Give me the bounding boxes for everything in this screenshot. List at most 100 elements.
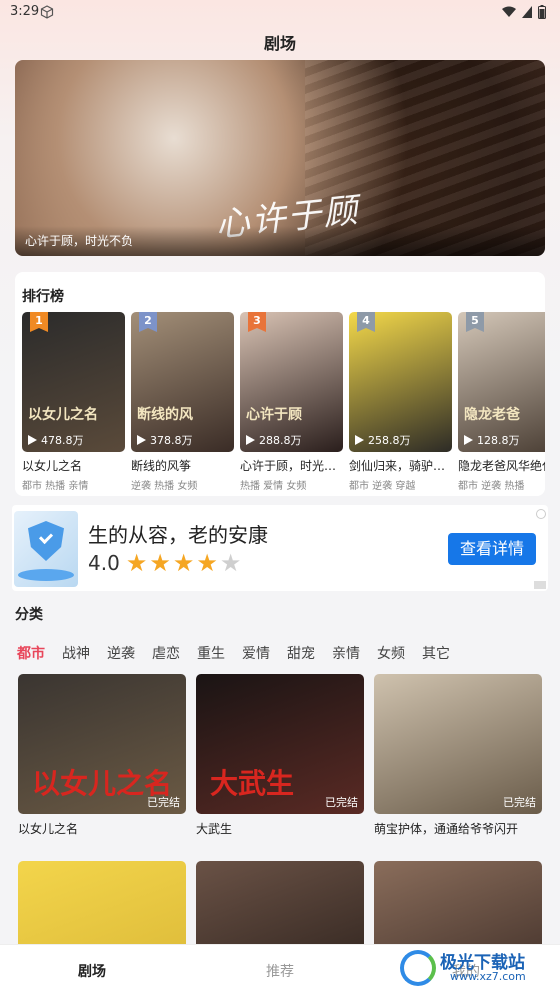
watermark: 极光下载站 www.xz7.com [400, 948, 550, 990]
ranking-poster: 4 258.8万 [349, 312, 452, 452]
ranking-item[interactable]: 心许于顾 3 288.8万 心许于顾，时光不负 热播 爱情 女频 [240, 312, 343, 492]
drama-card[interactable]: 以女儿之名 已完结 以女儿之名 [18, 674, 186, 837]
view-count: 258.8万 [355, 432, 411, 448]
ranking-item-tags: 都市 逆袭 热播 [458, 481, 525, 492]
ranking-poster: 断线的风 2 378.8万 [131, 312, 234, 452]
view-count-text: 288.8万 [259, 434, 302, 447]
star-icon: ★ [149, 549, 171, 577]
rank-badge: 4 [357, 312, 375, 332]
play-icon [464, 435, 473, 445]
ranking-item[interactable]: 以女儿之名 1 478.8万 以女儿之名 都市 热播 亲情 [22, 312, 125, 492]
rank-badge: 3 [248, 312, 266, 332]
drama-name: 以女儿之名 [18, 822, 79, 836]
category-tab[interactable]: 亲情 [332, 643, 360, 663]
completion-status: 已完结 [503, 796, 536, 809]
category-tab[interactable]: 爱情 [242, 643, 270, 663]
ranking-item-name: 断线的风筝 [131, 459, 192, 473]
category-tab[interactable]: 逆袭 [107, 643, 135, 663]
ranking-card: 排行榜 以女儿之名 1 478.8万 以女儿之名 都市 热播 亲情 断线的风 2… [15, 272, 545, 496]
watermark-url: www.xz7.com [450, 970, 526, 983]
battery-icon [538, 5, 546, 19]
ad-logo-base [18, 569, 74, 581]
view-details-button[interactable]: 查看详情 [448, 533, 536, 565]
view-count-text: 128.8万 [477, 434, 520, 447]
drama-poster: 已完结 [374, 674, 542, 814]
ranking-list: 以女儿之名 1 478.8万 以女儿之名 都市 热播 亲情 断线的风 2 378… [22, 312, 545, 492]
play-icon [137, 435, 146, 445]
view-count: 478.8万 [28, 432, 84, 448]
banner-caption: 心许于顾，时光不负 [15, 226, 545, 256]
ranking-item-name: 以女儿之名 [22, 459, 83, 473]
drama-card[interactable]: 已完结 萌宝护体，通通给爷爷闪开 [374, 674, 542, 837]
wifi-icon [502, 6, 516, 17]
poster-art-text: 隐龙老爸 [464, 407, 520, 423]
status-icons [502, 5, 546, 19]
ranking-item-tags: 热播 爱情 女频 [240, 481, 307, 492]
view-count: 288.8万 [246, 432, 302, 448]
nav-recommend[interactable]: 推荐 [266, 961, 294, 981]
play-icon [355, 435, 364, 445]
star-icon: ★ [196, 549, 218, 577]
drama-name: 大武生 [196, 822, 233, 836]
rank-badge: 5 [466, 312, 484, 332]
completion-status: 已完结 [325, 796, 358, 809]
drama-card[interactable]: 大武生 已完结 大武生 [196, 674, 364, 837]
view-count: 128.8万 [464, 432, 520, 448]
page-title: 剧场 [263, 34, 296, 53]
ranking-item-name: 隐龙老爸风华绝代 [458, 459, 545, 473]
ad-rating: 4.0 ★ ★ ★ ★ ★ [88, 551, 241, 575]
star-icon: ★ [125, 549, 148, 577]
categories-title: 分类 [15, 607, 43, 623]
ranking-poster: 以女儿之名 1 478.8万 [22, 312, 125, 452]
view-count: 378.8万 [137, 432, 193, 448]
ranking-item-name: 剑仙归来，骑驴下山 [349, 459, 449, 473]
view-count-text: 378.8万 [150, 434, 193, 447]
drama-name: 萌宝护体，通通给爷爷闪开 [374, 822, 519, 836]
ad-logo [14, 511, 78, 587]
ranking-item[interactable]: 隐龙老爸 5 128.8万 隐龙老爸风华绝代 都市 逆袭 热播 [458, 312, 545, 492]
drama-poster: 以女儿之名 已完结 [18, 674, 186, 814]
poster-art-text: 以女儿之名 [28, 407, 98, 423]
play-icon [246, 435, 255, 445]
category-tab[interactable]: 重生 [197, 643, 225, 663]
ranking-item[interactable]: 断线的风 2 378.8万 断线的风筝 逆袭 热播 女频 [131, 312, 234, 492]
star-rating: ★ ★ ★ ★ ★ [126, 551, 242, 575]
status-bar: 3:29 [0, 0, 560, 24]
ranking-item[interactable]: 4 258.8万 剑仙归来，骑驴下山 都市 逆袭 穿越 [349, 312, 452, 492]
ranking-item-tags: 都市 热播 亲情 [22, 481, 89, 492]
category-tab[interactable]: 其它 [422, 643, 450, 663]
ad-banner[interactable]: 生的从容，老的安康 4.0 ★ ★ ★ ★ ★ 查看详情 [12, 505, 548, 591]
cube-icon [40, 5, 54, 19]
ranking-item-tags: 逆袭 热播 女频 [131, 481, 198, 492]
drama-poster: 大武生 已完结 [196, 674, 364, 814]
nav-theater[interactable]: 剧场 [78, 961, 106, 981]
category-tab[interactable]: 女频 [377, 643, 405, 663]
category-tab[interactable]: 都市 [17, 643, 45, 663]
rank-badge: 1 [30, 312, 48, 332]
signal-icon [522, 6, 532, 18]
ranking-item-tags: 都市 逆袭 穿越 [349, 481, 416, 492]
ranking-poster: 隐龙老爸 5 128.8万 [458, 312, 545, 452]
ranking-item-name: 心许于顾，时光不负 [240, 459, 340, 473]
star-icon: ★ [219, 549, 242, 577]
play-icon [28, 435, 37, 445]
star-icon: ★ [172, 549, 195, 577]
completion-status: 已完结 [147, 796, 180, 809]
view-count-text: 258.8万 [368, 434, 411, 447]
ad-rating-value: 4.0 [88, 551, 120, 575]
category-tab[interactable]: 甜宠 [287, 643, 315, 663]
ad-close-icon[interactable] [536, 509, 546, 519]
hero-banner[interactable]: 心许于顾 心许于顾，时光不负 [15, 60, 545, 256]
poster-art-text: 断线的风 [137, 407, 193, 423]
view-count-text: 478.8万 [41, 434, 84, 447]
ad-title: 生的从容，老的安康 [88, 523, 268, 547]
watermark-logo-icon [400, 950, 436, 986]
category-tab[interactable]: 战神 [62, 643, 90, 663]
ad-flag-icon [534, 581, 546, 589]
poster-art-text: 心许于顾 [246, 407, 302, 423]
rank-badge: 2 [139, 312, 157, 332]
category-tab[interactable]: 虐恋 [152, 643, 180, 663]
ranking-title: 排行榜 [22, 289, 64, 305]
category-tabs: 都市 战神 逆袭 虐恋 重生 爱情 甜宠 亲情 女频 其它 [17, 643, 450, 663]
ranking-poster: 心许于顾 3 288.8万 [240, 312, 343, 452]
